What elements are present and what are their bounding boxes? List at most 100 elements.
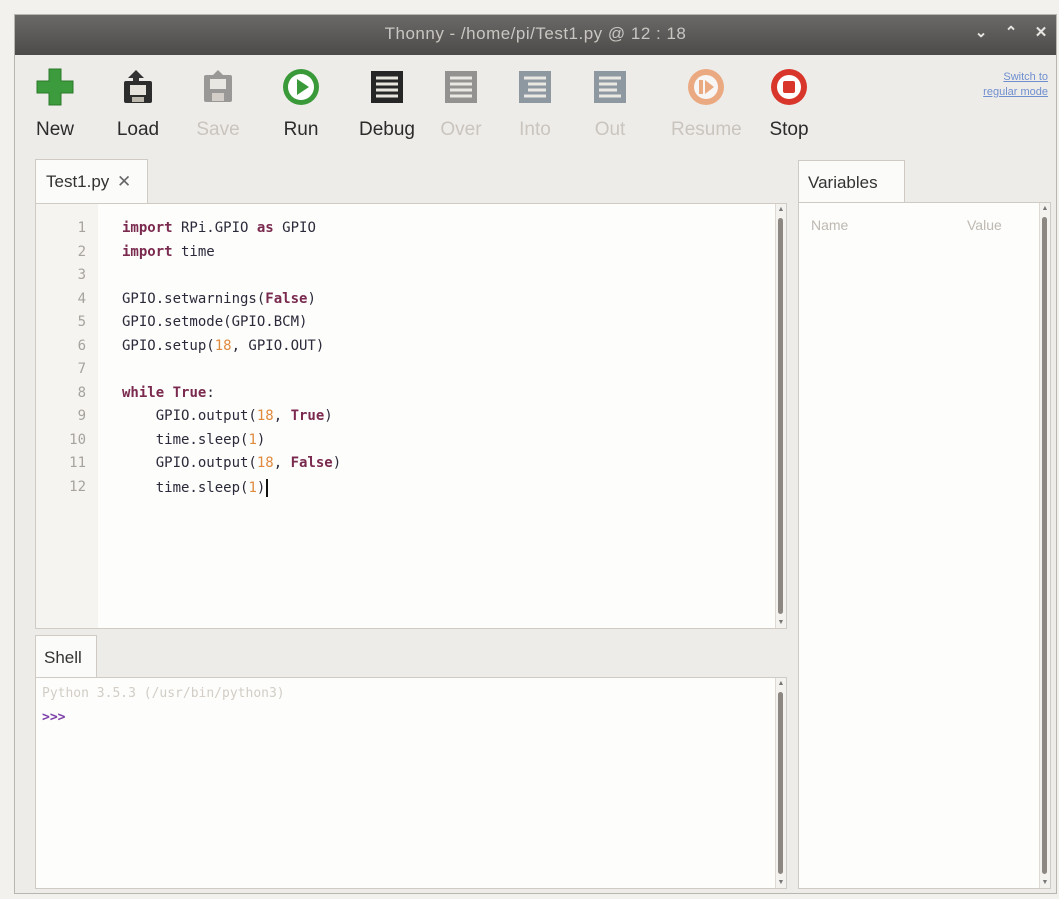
line-number: 12: [69, 478, 86, 495]
code-number: 1: [248, 431, 257, 448]
resume-icon: [684, 65, 728, 109]
debug-label: Debug: [359, 119, 415, 140]
code-line[interactable]: 3: [36, 267, 786, 290]
variables-scroll-thumb[interactable]: [1042, 217, 1047, 874]
tab-variables[interactable]: Variables: [798, 160, 905, 202]
code-token: time: [172, 243, 215, 260]
code-line[interactable]: 2 import time: [36, 244, 786, 267]
shell-panel[interactable]: Python 3.5.3 (/usr/bin/python3) >>> ▲ ▼: [35, 677, 787, 889]
line-number: 6: [77, 337, 86, 354]
plus-icon: [33, 65, 77, 109]
shell-scroll-thumb[interactable]: [778, 692, 783, 874]
code-line[interactable]: 10 time.sleep(1): [36, 432, 786, 455]
step-out-icon: [588, 65, 632, 109]
folder-open-icon: [116, 65, 160, 109]
editor-tab-label: Test1.py: [46, 172, 110, 191]
scroll-up-icon[interactable]: ▲: [1040, 205, 1050, 212]
line-number: 7: [77, 361, 86, 377]
code-line[interactable]: 12 time.sleep(1): [36, 478, 786, 502]
thonny-window: Thonny - /home/pi/Test1.py @ 12 : 18 ⌄ ⌃…: [14, 14, 1057, 894]
step-out-button[interactable]: Out: [588, 65, 632, 157]
variables-name-header[interactable]: Name: [811, 217, 848, 233]
load-button[interactable]: Load: [116, 65, 160, 157]
step-into-label: Into: [519, 119, 551, 140]
save-button[interactable]: Save: [196, 65, 240, 157]
line-number: 1: [77, 220, 86, 236]
code-number: 18: [214, 337, 232, 354]
stop-button[interactable]: Stop: [767, 65, 811, 157]
new-button[interactable]: New: [33, 65, 77, 157]
line-number: 3: [77, 267, 86, 283]
scroll-up-icon[interactable]: ▲: [776, 206, 786, 213]
code-keyword: import: [122, 220, 173, 236]
editor-scroll-thumb[interactable]: [778, 218, 783, 614]
shell-scrollbar[interactable]: ▲ ▼: [775, 678, 786, 888]
new-label: New: [35, 119, 74, 140]
code-token: ): [332, 455, 342, 471]
variables-value-header[interactable]: Value: [967, 217, 1002, 233]
tab-shell[interactable]: Shell: [35, 635, 97, 677]
code-line[interactable]: 1 import RPi.GPIO as GPIO: [36, 220, 786, 243]
code-keyword: True: [290, 408, 325, 424]
code-token: time.sleep(: [122, 431, 249, 448]
scroll-up-icon[interactable]: ▲: [776, 680, 786, 687]
code-line[interactable]: 6 GPIO.setup(18, GPIO.OUT): [36, 338, 786, 361]
code-number: 1: [248, 479, 257, 496]
code-editor[interactable]: 1 import RPi.GPIO as GPIO 2 import time 3 4 GP…: [35, 203, 787, 629]
code-line[interactable]: 4 GPIO.setwarnings(False): [36, 291, 786, 314]
code-keyword: as: [256, 220, 274, 236]
code-token: time.sleep(: [122, 479, 249, 496]
tab-close-icon[interactable]: ✕: [117, 172, 131, 191]
shell-prompt: >>>: [42, 710, 66, 725]
step-over-label: Over: [440, 119, 482, 140]
tab-test1-py[interactable]: Test1.py ✕: [35, 159, 148, 203]
editor-scrollbar[interactable]: ▲ ▼: [775, 204, 786, 628]
code-token: GPIO.setwarnings(: [122, 290, 266, 307]
minimize-icon[interactable]: ⌄: [972, 23, 990, 41]
window-controls: ⌄ ⌃ ✕: [972, 23, 1050, 41]
maximize-icon[interactable]: ⌃: [1002, 23, 1020, 41]
code-line[interactable]: 11 GPIO.output(18, False): [36, 455, 786, 478]
code-keyword: False: [290, 455, 333, 471]
resume-button[interactable]: Resume: [671, 65, 742, 157]
code-text: GPIO.output(18, False): [122, 455, 341, 471]
stop-icon: [767, 65, 811, 109]
step-over-button[interactable]: Over: [439, 65, 483, 157]
window-title: Thonny - /home/pi/Test1.py @ 12 : 18: [384, 24, 687, 43]
code-token: GPIO: [273, 220, 316, 236]
code-token: ): [256, 479, 266, 496]
shell-banner: Python 3.5.3 (/usr/bin/python3): [42, 686, 285, 701]
code-token: ): [307, 290, 316, 307]
title-bar[interactable]: Thonny - /home/pi/Test1.py @ 12 : 18 ⌄ ⌃…: [15, 15, 1056, 55]
code-keyword: False: [265, 290, 308, 307]
save-label: Save: [196, 119, 240, 140]
code-token: , GPIO.OUT): [231, 337, 325, 354]
code-line[interactable]: 8 while True:: [36, 385, 786, 408]
code-keyword: True: [172, 384, 207, 401]
code-token: ): [256, 431, 266, 448]
save-icon: [196, 65, 240, 109]
variables-scrollbar[interactable]: ▲ ▼: [1039, 203, 1050, 888]
line-number: 5: [77, 314, 86, 330]
code-text: import time: [122, 244, 215, 260]
run-label: Run: [283, 119, 319, 140]
scroll-down-icon[interactable]: ▼: [776, 879, 786, 886]
code-number: 18: [256, 408, 274, 424]
debug-button[interactable]: Debug: [359, 65, 415, 157]
stop-label: Stop: [769, 119, 809, 140]
line-number: 2: [77, 243, 86, 260]
code-line[interactable]: 5 GPIO.setmode(GPIO.BCM): [36, 314, 786, 337]
code-number: 18: [256, 455, 274, 471]
run-button[interactable]: Run: [279, 65, 323, 157]
scroll-down-icon[interactable]: ▼: [776, 619, 786, 626]
code-line[interactable]: 9 GPIO.output(18, True): [36, 408, 786, 431]
code-token: :: [206, 384, 215, 401]
code-line[interactable]: 7: [36, 361, 786, 384]
scroll-down-icon[interactable]: ▼: [1040, 879, 1050, 886]
resume-label: Resume: [671, 119, 742, 140]
switch-mode-line1: Switch to: [1003, 71, 1048, 83]
step-into-button[interactable]: Into: [513, 65, 557, 157]
switch-mode-link[interactable]: Switch to regular mode: [958, 70, 1048, 100]
code-token: GPIO.output(: [122, 455, 257, 471]
close-icon[interactable]: ✕: [1032, 23, 1050, 41]
